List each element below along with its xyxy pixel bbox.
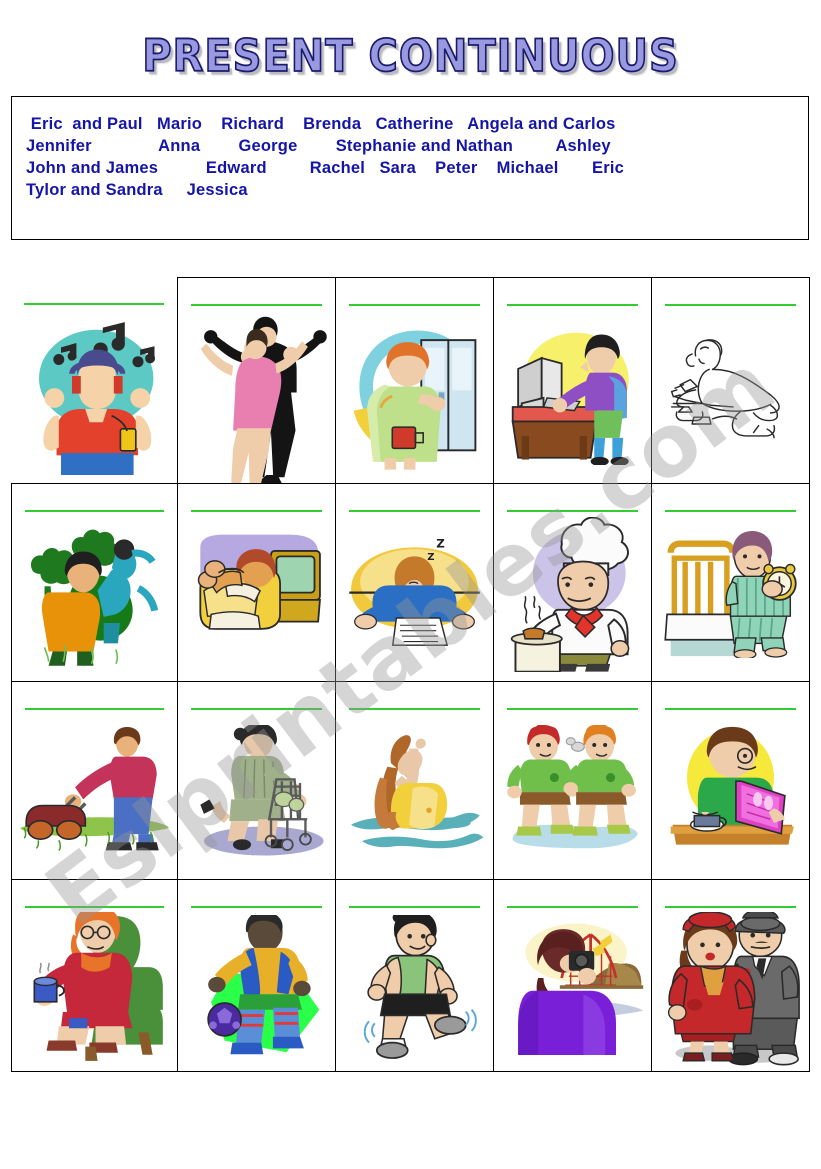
picture-playing-football-icon <box>178 908 335 1071</box>
picture-using-computer-icon <box>494 306 651 483</box>
names-line: Tylor and Sandra Jessica <box>26 181 248 199</box>
worksheet-page: PRESENT CONTINUOUS Eric and Paul Mario R… <box>0 0 821 1169</box>
picture-drinking-tea-icon <box>12 908 177 1071</box>
grid-cell-drinking-tea[interactable] <box>11 880 178 1072</box>
picture-walking-couple-icon <box>652 908 809 1071</box>
grid-cell-two-boys-running[interactable] <box>494 682 652 880</box>
grid-cell-waking-up-alarm-clock[interactable] <box>652 484 810 682</box>
picture-watching-tv-icon <box>178 512 335 681</box>
zzz-text-2: Z <box>427 552 434 563</box>
grid-cell-planting-gardening[interactable] <box>11 484 178 682</box>
picture-reading-a-book-icon <box>652 710 809 879</box>
grid-cell-walking-couple[interactable] <box>652 880 810 1072</box>
picture-sleeping-at-desk-icon: Z Z Z <box>336 512 493 681</box>
names-box: Eric and Paul Mario Richard Brenda Cathe… <box>11 96 809 240</box>
names-line: John and James Edward Rachel Sara Peter … <box>26 159 624 177</box>
picture-taking-a-photo-icon <box>494 908 651 1071</box>
picture-cooking-chef-icon <box>494 512 651 681</box>
page-title: PRESENT CONTINUOUS <box>141 30 679 83</box>
grid-cell-listening-to-music[interactable] <box>11 277 178 484</box>
picture-listening-to-music-icon <box>11 305 177 483</box>
names-line: Eric and Paul Mario Richard Brenda Cathe… <box>26 115 616 133</box>
grid-cell-sleeping-at-desk[interactable]: Z Z Z <box>336 484 494 682</box>
picture-doing-homework-icon <box>652 306 809 483</box>
grid-cell-jogging[interactable] <box>336 880 494 1072</box>
picture-swimming-icon <box>336 710 493 879</box>
grid-cell-watching-tv[interactable] <box>178 484 336 682</box>
picture-waking-up-alarm-clock-icon <box>652 512 809 681</box>
grid-cell-taking-a-photo[interactable] <box>494 880 652 1072</box>
grid-cell-doing-homework[interactable] <box>652 277 810 484</box>
picture-opening-fridge-icon <box>336 306 493 483</box>
page-title-wrap: PRESENT CONTINUOUS <box>0 33 821 80</box>
grid-cell-opening-fridge[interactable] <box>336 277 494 484</box>
grid-cell-playing-football[interactable] <box>178 880 336 1072</box>
zzz-text-1: Z <box>436 536 445 550</box>
picture-shopping-cart-icon <box>178 710 335 879</box>
picture-two-boys-running-icon <box>494 710 651 879</box>
picture-jogging-icon <box>336 908 493 1071</box>
grid-cell-using-computer[interactable] <box>494 277 652 484</box>
grid-cell-dancing-couple[interactable] <box>178 277 336 484</box>
picture-mowing-the-lawn-icon <box>12 710 177 879</box>
picture-grid: Z Z Z <box>11 277 810 1072</box>
names-line: Jennifer Anna George Stephanie and Natha… <box>26 137 611 155</box>
grid-cell-swimming[interactable] <box>336 682 494 880</box>
grid-cell-cooking-chef[interactable] <box>494 484 652 682</box>
picture-planting-gardening-icon <box>12 512 177 681</box>
grid-cell-mowing-the-lawn[interactable] <box>11 682 178 880</box>
grid-cell-shopping-cart[interactable] <box>178 682 336 880</box>
picture-dancing-couple-icon <box>178 306 335 483</box>
grid-cell-reading-a-book[interactable] <box>652 682 810 880</box>
